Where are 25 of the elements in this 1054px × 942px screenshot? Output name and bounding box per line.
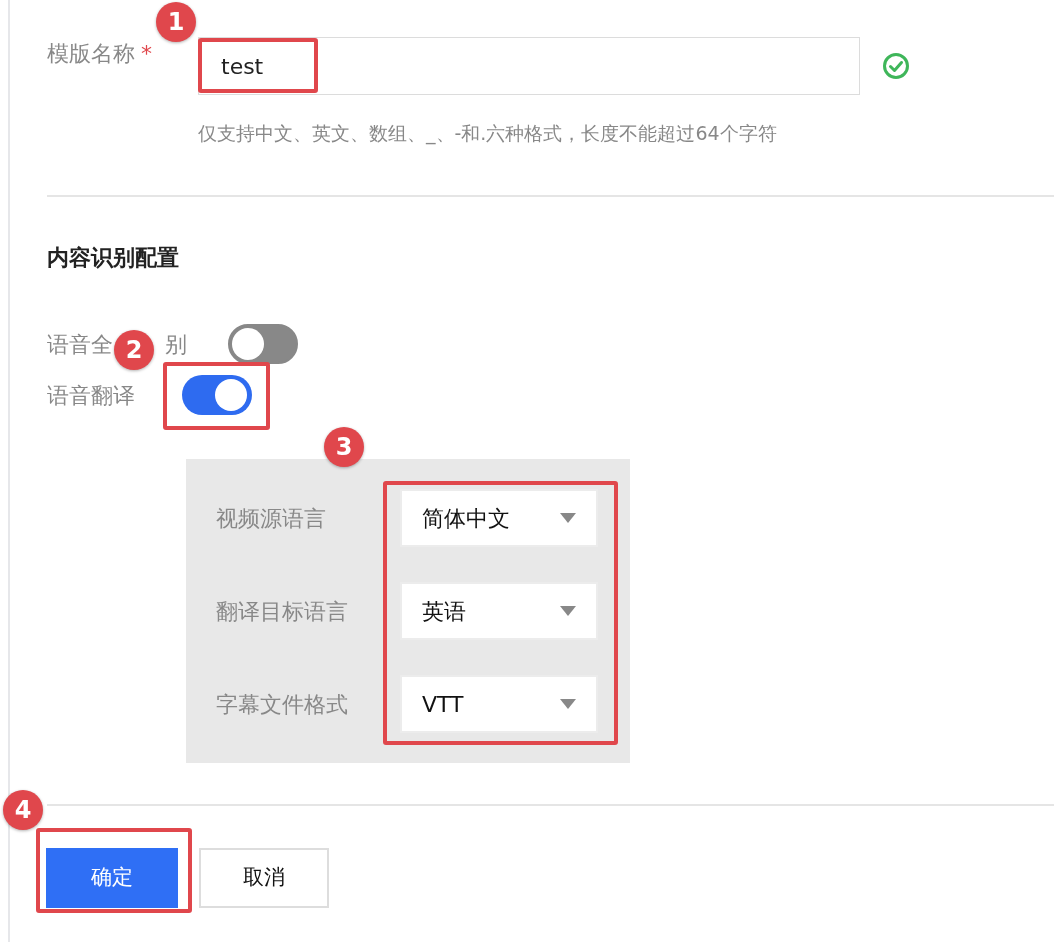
name-input[interactable]: test [198, 37, 860, 95]
dropdown[interactable]: VTT [400, 675, 598, 733]
caret-icon [560, 606, 576, 616]
dropdown[interactable]: 简体中文 [400, 489, 598, 547]
setting-label: 字幕文件格式 [216, 690, 349, 719]
toggle-label: 别 [165, 330, 187, 359]
caret-icon [560, 699, 576, 709]
step-badge: 4 [3, 790, 43, 830]
required-mark: * [141, 40, 152, 68]
step-badge: 1 [156, 2, 196, 42]
step-badge: 3 [324, 427, 364, 467]
section-title: 内容识别配置 [47, 244, 180, 272]
field-label: 模版名称 [47, 40, 135, 68]
setting-label: 视频源语言 [216, 504, 327, 533]
cancel-button[interactable]: 取消 [199, 848, 329, 908]
toggle-label: 语音翻译 [47, 381, 135, 410]
toggle-switch[interactable] [228, 324, 298, 364]
hint-text: 仅支持中文、英文、数组、_、-和.六种格式，长度不能超过64个字符 [198, 121, 778, 145]
caret-icon [560, 513, 576, 523]
step-badge: 2 [114, 330, 154, 370]
dropdown[interactable]: 英语 [400, 582, 598, 640]
confirm-button[interactable]: 确定 [46, 848, 178, 908]
setting-label: 翻译目标语言 [216, 597, 349, 626]
toggle-label: 语音全 [47, 330, 113, 359]
toggle-switch[interactable] [182, 375, 252, 415]
